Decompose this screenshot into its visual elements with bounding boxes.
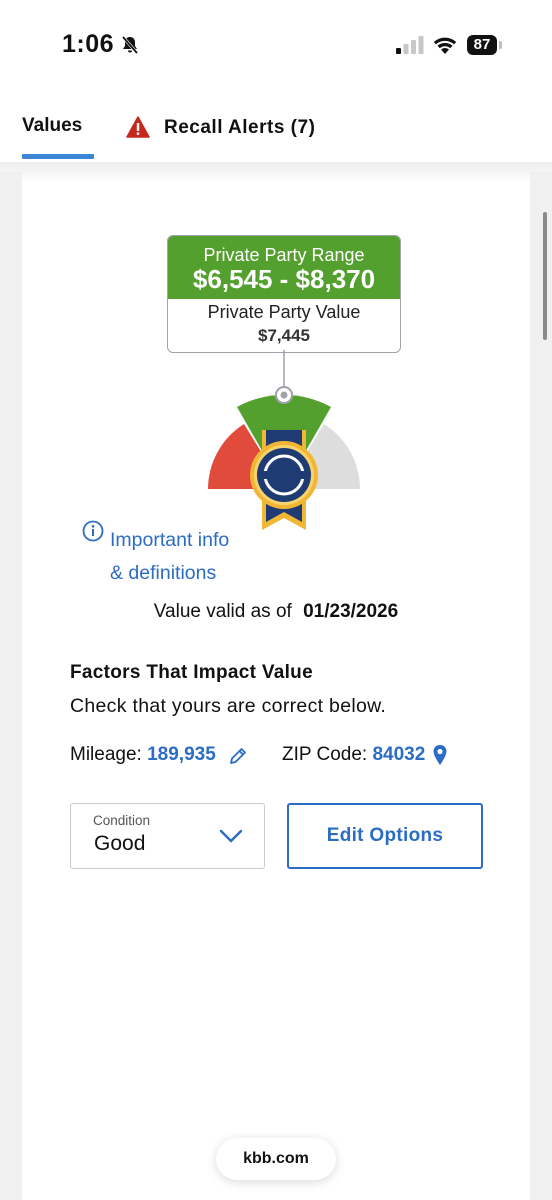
factors-title: Factors That Impact Value xyxy=(70,662,313,683)
value-valid-row: Value valid as of 01/23/2026 xyxy=(0,601,552,623)
condition-value[interactable]: Good xyxy=(94,832,145,856)
tab-recall-alerts[interactable]: Recall Alerts (7) xyxy=(164,117,315,139)
bell-off-icon xyxy=(121,36,139,54)
edit-options-button[interactable]: Edit Options xyxy=(287,803,483,869)
important-info-link[interactable]: Important info & definitions xyxy=(110,524,290,590)
mileage-label: Mileage: xyxy=(70,744,142,765)
info-icon[interactable] xyxy=(82,520,104,542)
wifi-icon xyxy=(433,37,457,54)
price-value: $7,445 xyxy=(258,326,310,345)
value-gauge xyxy=(208,350,360,530)
gauge-needle-center xyxy=(280,391,288,399)
factors-subtitle: Check that yours are correct below. xyxy=(70,695,387,717)
price-box: Private Party Range $6,545 - $8,370 Priv… xyxy=(167,235,401,353)
browser-url-pill[interactable]: kbb.com xyxy=(216,1138,336,1180)
info-link-line2[interactable]: & definitions xyxy=(110,557,290,590)
mileage-row[interactable]: Mileage: 189,935 xyxy=(70,744,216,766)
condition-label: Condition xyxy=(93,813,151,828)
battery-level: 87 xyxy=(467,35,497,55)
zip-row[interactable]: ZIP Code: 84032 xyxy=(282,744,425,766)
pencil-icon[interactable] xyxy=(228,746,248,766)
screen: 1:06 87 Values Recall Alerts (7) Private… xyxy=(0,0,552,1200)
battery-icon: 87 xyxy=(467,35,503,55)
card-top-shadow xyxy=(0,162,552,182)
status-bar: 1:06 87 xyxy=(0,0,552,90)
value-valid-date: 01/23/2026 xyxy=(303,601,399,622)
tab-bar: Values Recall Alerts (7) xyxy=(22,100,530,163)
info-link-line1[interactable]: Important info xyxy=(110,524,290,557)
price-range-label: Private Party Range xyxy=(203,245,365,265)
zip-value[interactable]: 84032 xyxy=(372,744,425,765)
value-valid-label: Value valid as of xyxy=(153,601,292,622)
status-time: 1:06 xyxy=(62,30,115,58)
price-value-label: Private Party Value xyxy=(207,302,361,322)
battery-tip xyxy=(499,41,502,49)
location-pin-icon[interactable] xyxy=(432,744,448,766)
price-range-banner: Private Party Range $6,545 - $8,370 xyxy=(168,236,400,299)
tab-values[interactable]: Values xyxy=(22,115,82,137)
signal-icon xyxy=(396,36,424,54)
price-range-value: $6,545 - $8,370 xyxy=(192,264,376,294)
condition-select[interactable]: Condition Good xyxy=(70,803,265,869)
card-gutter-right xyxy=(530,172,552,1200)
tab-active-indicator xyxy=(22,154,94,159)
scrollbar[interactable] xyxy=(543,212,547,340)
zip-label: ZIP Code: xyxy=(282,744,368,765)
chevron-down-icon[interactable] xyxy=(219,828,243,844)
mileage-value[interactable]: 189,935 xyxy=(147,744,216,765)
warning-icon[interactable] xyxy=(126,116,150,138)
card-gutter-left xyxy=(0,172,22,1200)
